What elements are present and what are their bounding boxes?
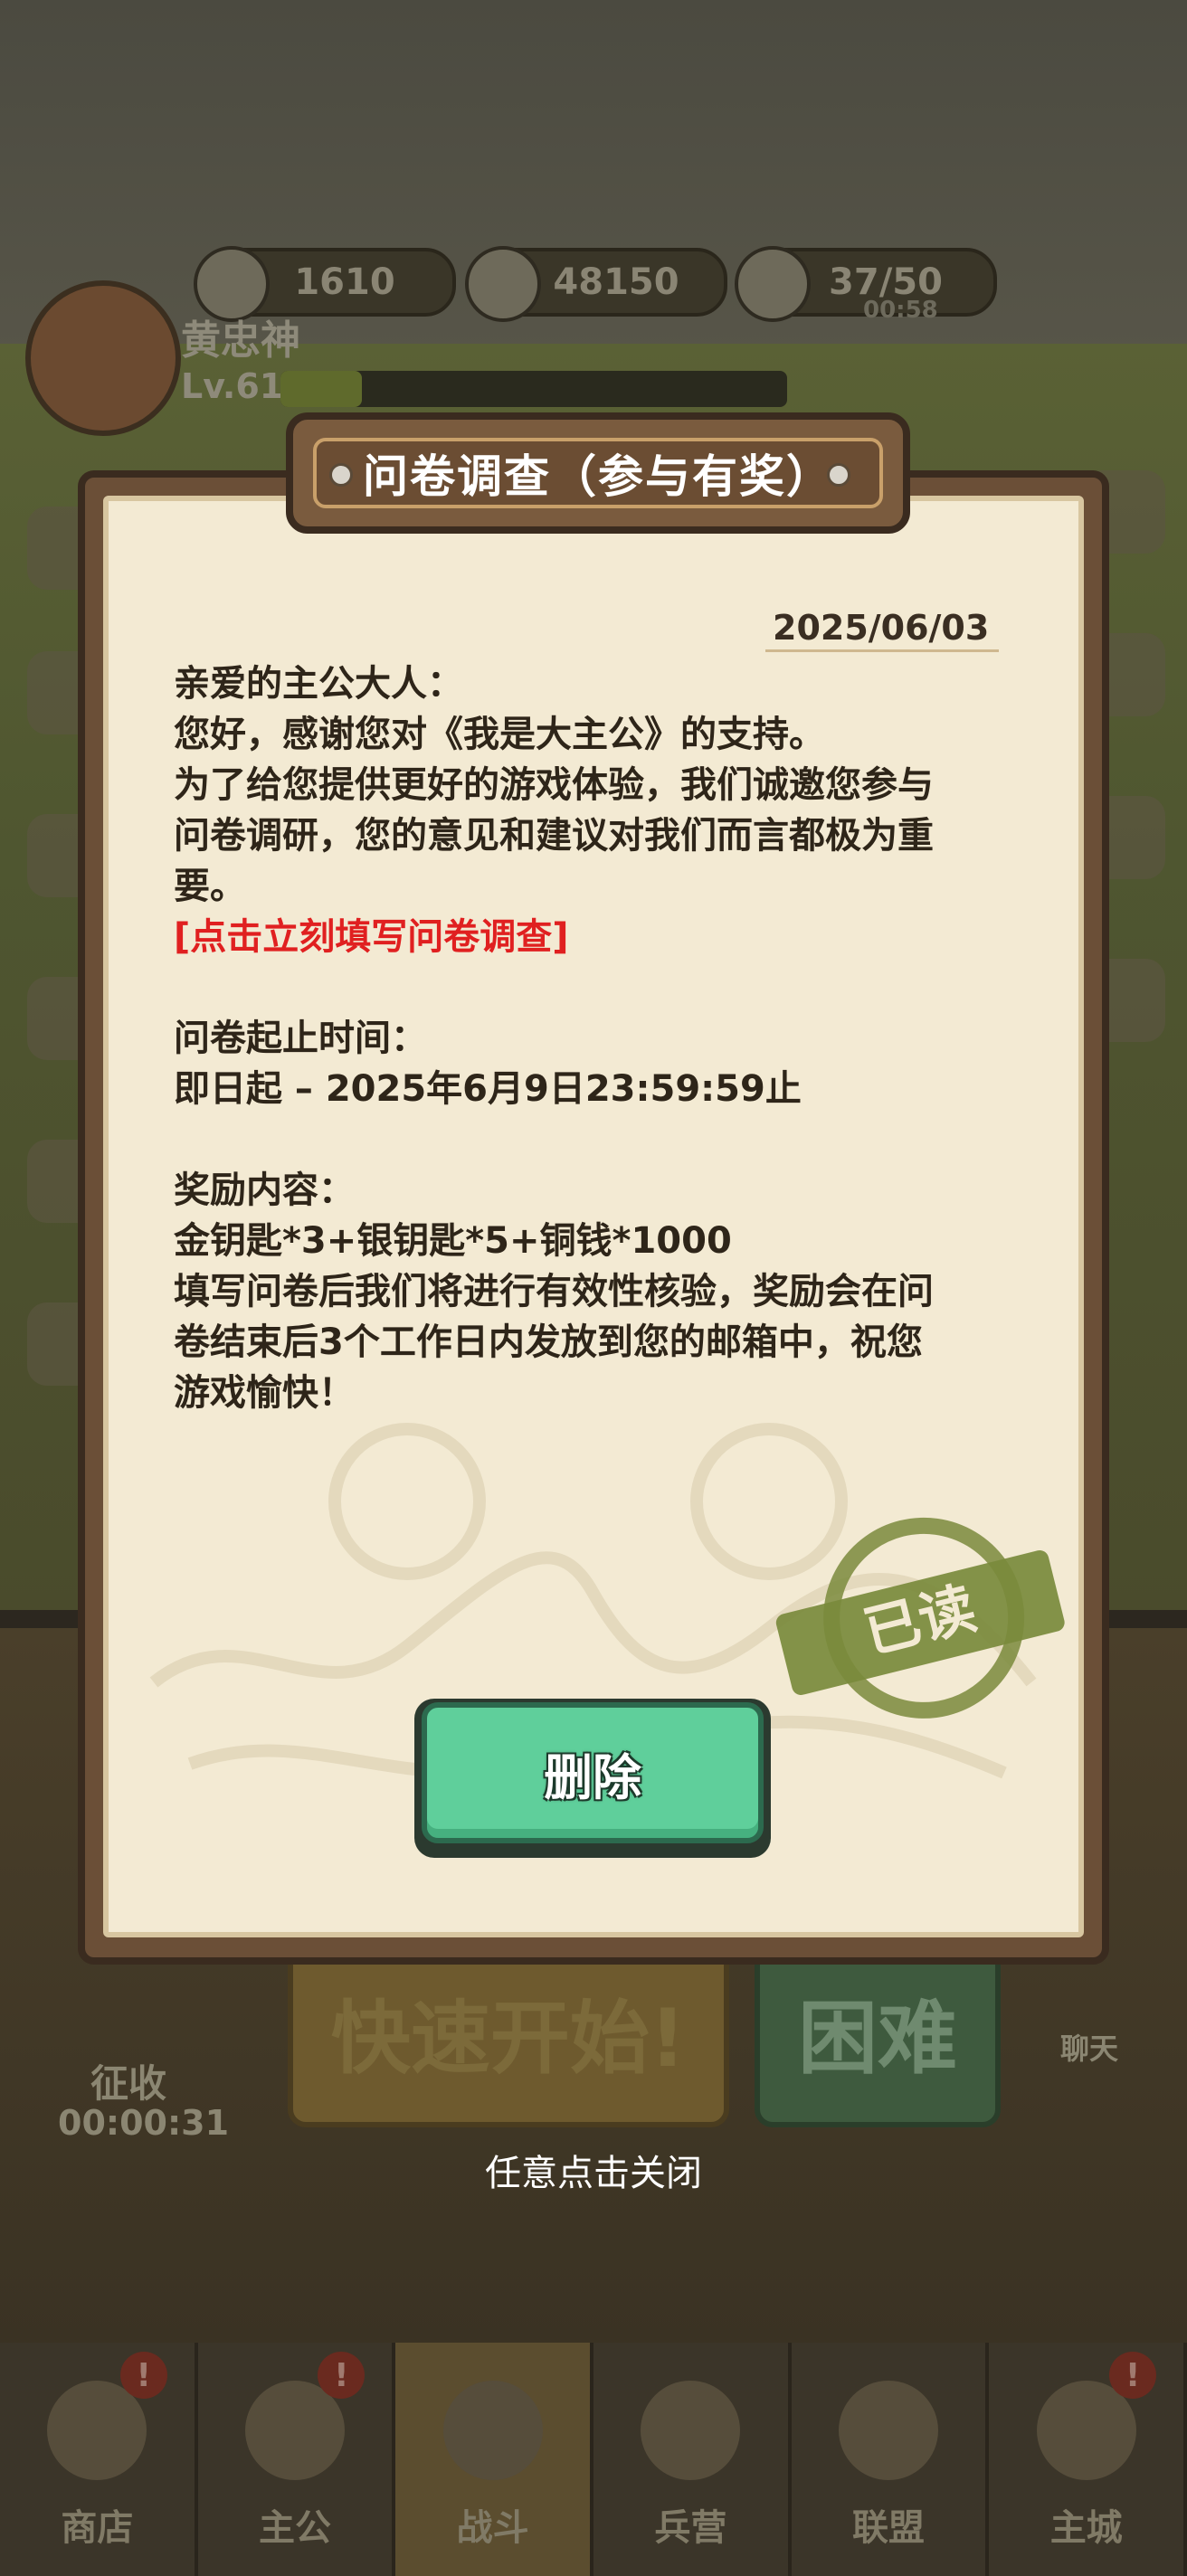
body-line: 为了给您提供更好的游戏体验，我们诚邀您参与 <box>174 764 934 806</box>
greeting: 亲爱的主公大人： <box>174 663 463 705</box>
reward-value: 金钥匙*3+银钥匙*5+铜钱*1000 <box>174 1220 732 1262</box>
alliance-icon <box>839 2381 939 2480</box>
nav-item-main-city[interactable]: ! 主城 <box>989 2343 1187 2576</box>
nav-item-battle[interactable]: 战斗 <box>395 2343 594 2576</box>
period-value: 即日起 – 2025年6月9日23:59:59止 <box>174 1068 802 1110</box>
bolt-icon <box>827 463 850 487</box>
date-underline <box>765 649 999 652</box>
survey-link[interactable]: [点击立刻填写问卷调查] <box>174 912 1015 962</box>
nav-item-lord[interactable]: ! 主公 <box>197 2343 396 2576</box>
mail-body: 亲爱的主公大人： 您好，感谢您对《我是大主公》的支持。 为了给您提供更好的游戏体… <box>174 658 1015 1418</box>
collect-timer: 00:00:31 <box>58 2103 230 2143</box>
resource-gold[interactable]: 1610 <box>194 246 456 322</box>
delete-button[interactable]: 删除 <box>422 1702 764 1843</box>
alert-badge: ! <box>318 2352 366 2399</box>
resource-coins[interactable]: 48150 <box>465 246 727 322</box>
tap-to-close-hint[interactable]: 任意点击关闭 <box>0 2144 1187 2196</box>
read-stamp: 已读 <box>775 1517 1065 1719</box>
alert-badge: ! <box>119 2352 167 2399</box>
stamina-timer: 00:58 <box>863 297 938 324</box>
alert-badge: ! <box>1109 2352 1157 2399</box>
barracks-icon <box>641 2381 741 2480</box>
stamina-icon <box>735 246 811 322</box>
player-avatar[interactable] <box>25 280 181 436</box>
body-line: 游戏愉快！ <box>174 1372 355 1414</box>
delete-button-label: 删除 <box>544 1748 641 1806</box>
player-name: 黄忠神 <box>181 317 300 364</box>
body-line: 卷结束后3个工作日内发放到您的邮箱中，祝您 <box>174 1321 923 1363</box>
chat-button[interactable]: 聊天 <box>1060 2026 1118 2068</box>
mail-title: 问卷调查（参与有奖） <box>363 450 833 503</box>
nav-item-barracks[interactable]: 兵营 <box>594 2343 792 2576</box>
nav-item-shop[interactable]: ! 商店 <box>0 2343 198 2576</box>
collect-label[interactable]: 征收 <box>90 2053 166 2108</box>
nav-item-alliance[interactable]: 联盟 <box>791 2343 990 2576</box>
crossed-swords-icon <box>442 2381 543 2480</box>
body-line: 您好，感谢您对《我是大主公》的支持。 <box>174 714 825 755</box>
coin-icon <box>465 246 541 322</box>
body-line: 要。 <box>174 866 246 907</box>
title-plate: 问卷调查（参与有奖） <box>313 438 883 508</box>
level-progress-fill <box>280 371 362 407</box>
body-line: 问卷调研，您的意见和建议对我们而言都极为重 <box>174 815 934 857</box>
bolt-icon <box>329 463 353 487</box>
mail-date: 2025/06/03 <box>773 608 990 648</box>
body-line: 填写问卷后我们将进行有效性核验，奖励会在问 <box>174 1271 934 1312</box>
player-level: Lv.61 <box>181 366 284 406</box>
bottom-nav: ! 商店 ! 主公 战斗 兵营 联盟 ! 主城 <box>0 2343 1187 2576</box>
period-label: 问卷起止时间： <box>174 1018 427 1059</box>
reward-label: 奖励内容： <box>174 1170 355 1211</box>
